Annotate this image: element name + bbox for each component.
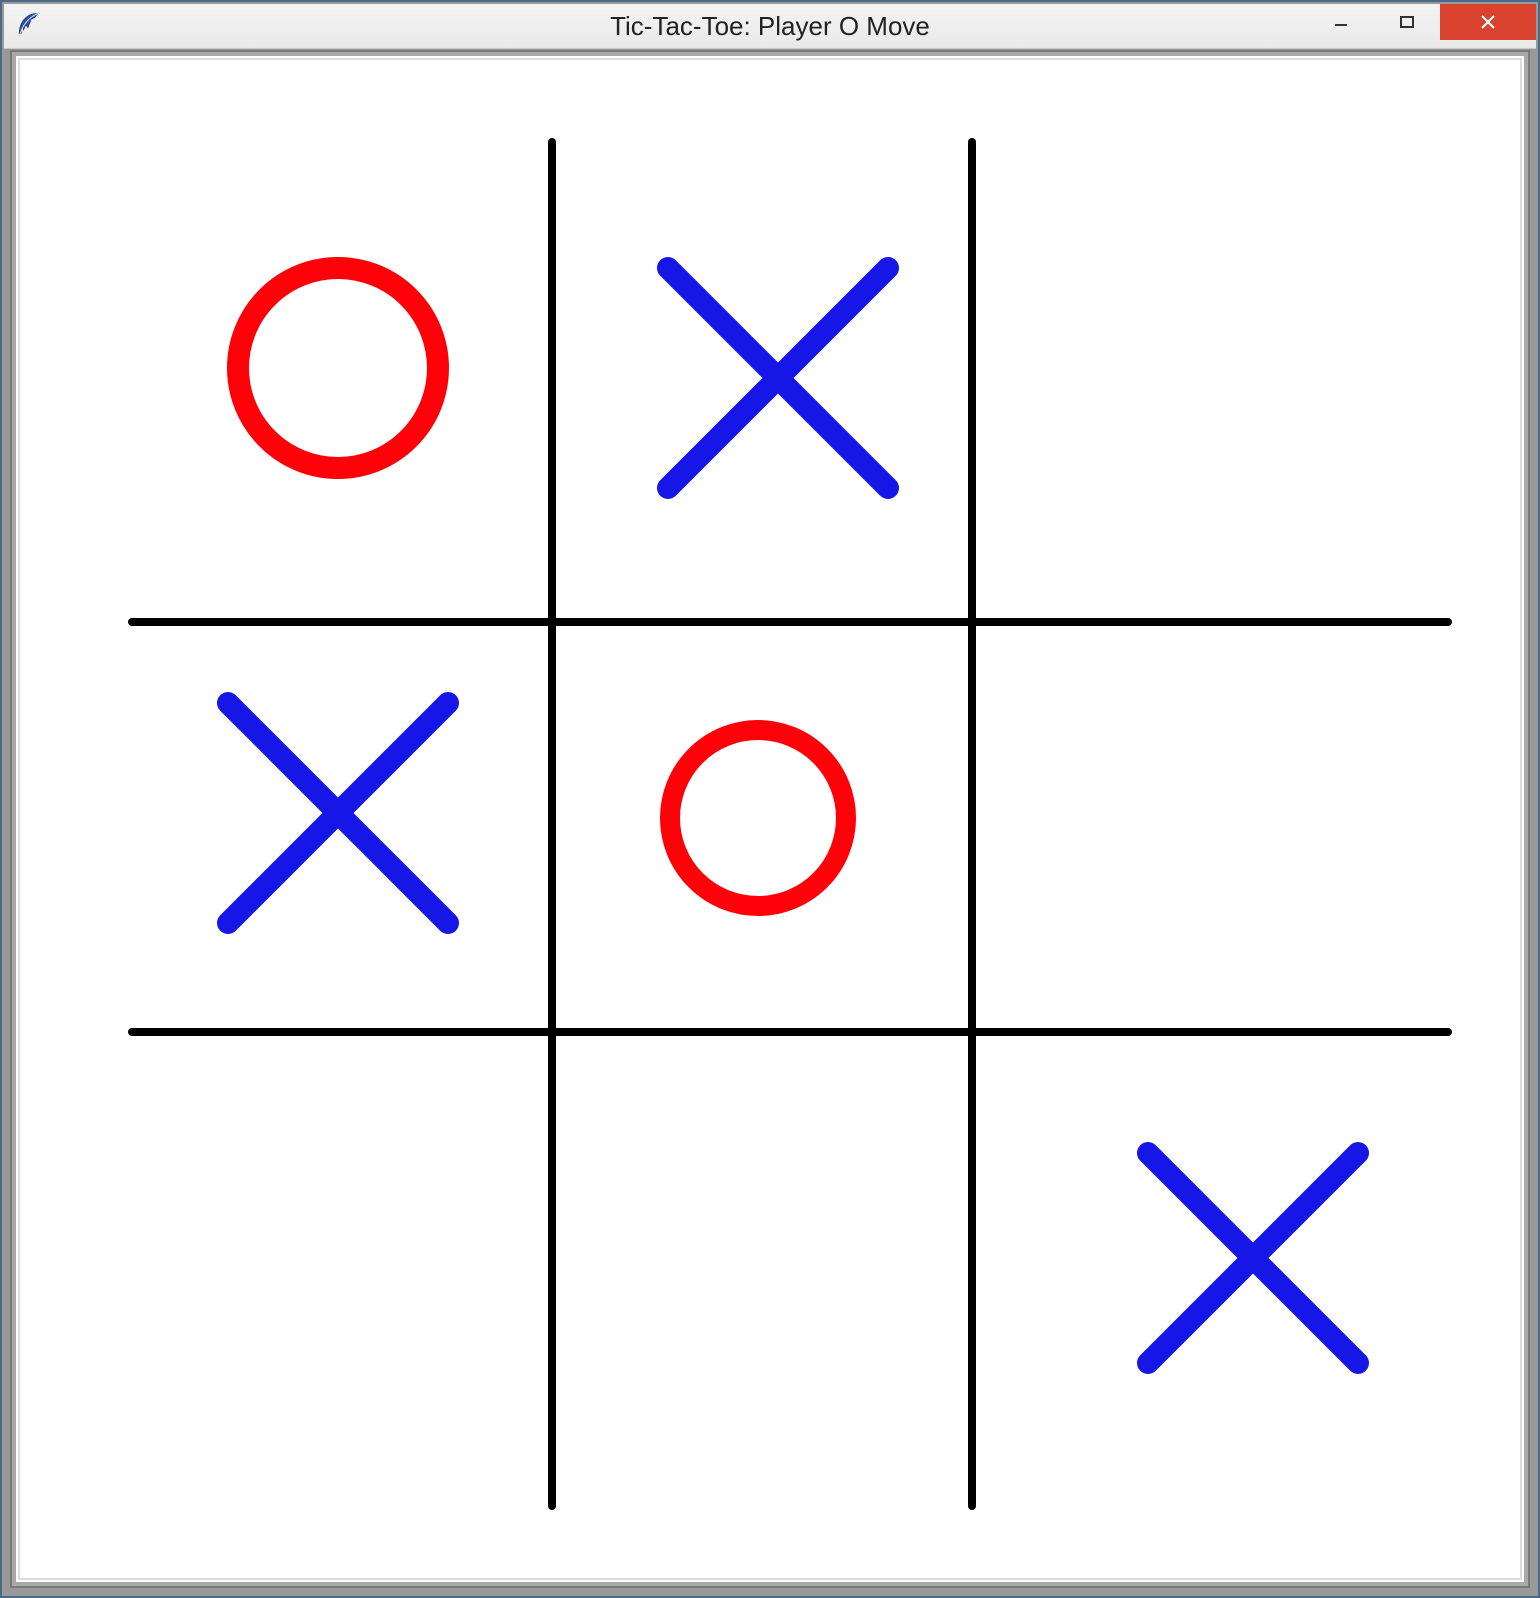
cell-0-1 <box>548 138 968 618</box>
mark-o-icon <box>128 138 548 618</box>
mark-x-icon <box>548 138 968 618</box>
minimize-button[interactable] <box>1308 4 1374 40</box>
close-button[interactable] <box>1440 4 1536 40</box>
cell-0-2[interactable] <box>968 138 1448 618</box>
cell-0-0 <box>128 138 548 618</box>
mark-x-icon <box>968 1028 1448 1508</box>
title-bar: Tic-Tac-Toe: Player O Move <box>4 4 1536 49</box>
cell-2-0[interactable] <box>128 1028 548 1508</box>
client-frame <box>10 50 1530 1588</box>
app-feather-icon <box>16 11 42 42</box>
window-controls <box>1308 4 1536 40</box>
game-canvas <box>28 68 1512 1570</box>
mark-x-icon <box>128 618 548 1028</box>
client-inner-frame <box>16 56 1524 1582</box>
cell-1-1 <box>548 618 968 1028</box>
game-board <box>28 68 1512 1570</box>
cell-1-2[interactable] <box>968 618 1448 1028</box>
cell-1-0 <box>128 618 548 1028</box>
app-window: Tic-Tac-Toe: Player O Move <box>0 0 1540 1598</box>
window-title: Tic-Tac-Toe: Player O Move <box>610 11 930 42</box>
cell-2-1[interactable] <box>548 1028 968 1508</box>
cell-2-2 <box>968 1028 1448 1508</box>
maximize-button[interactable] <box>1374 4 1440 40</box>
mark-o-icon <box>548 618 968 1028</box>
